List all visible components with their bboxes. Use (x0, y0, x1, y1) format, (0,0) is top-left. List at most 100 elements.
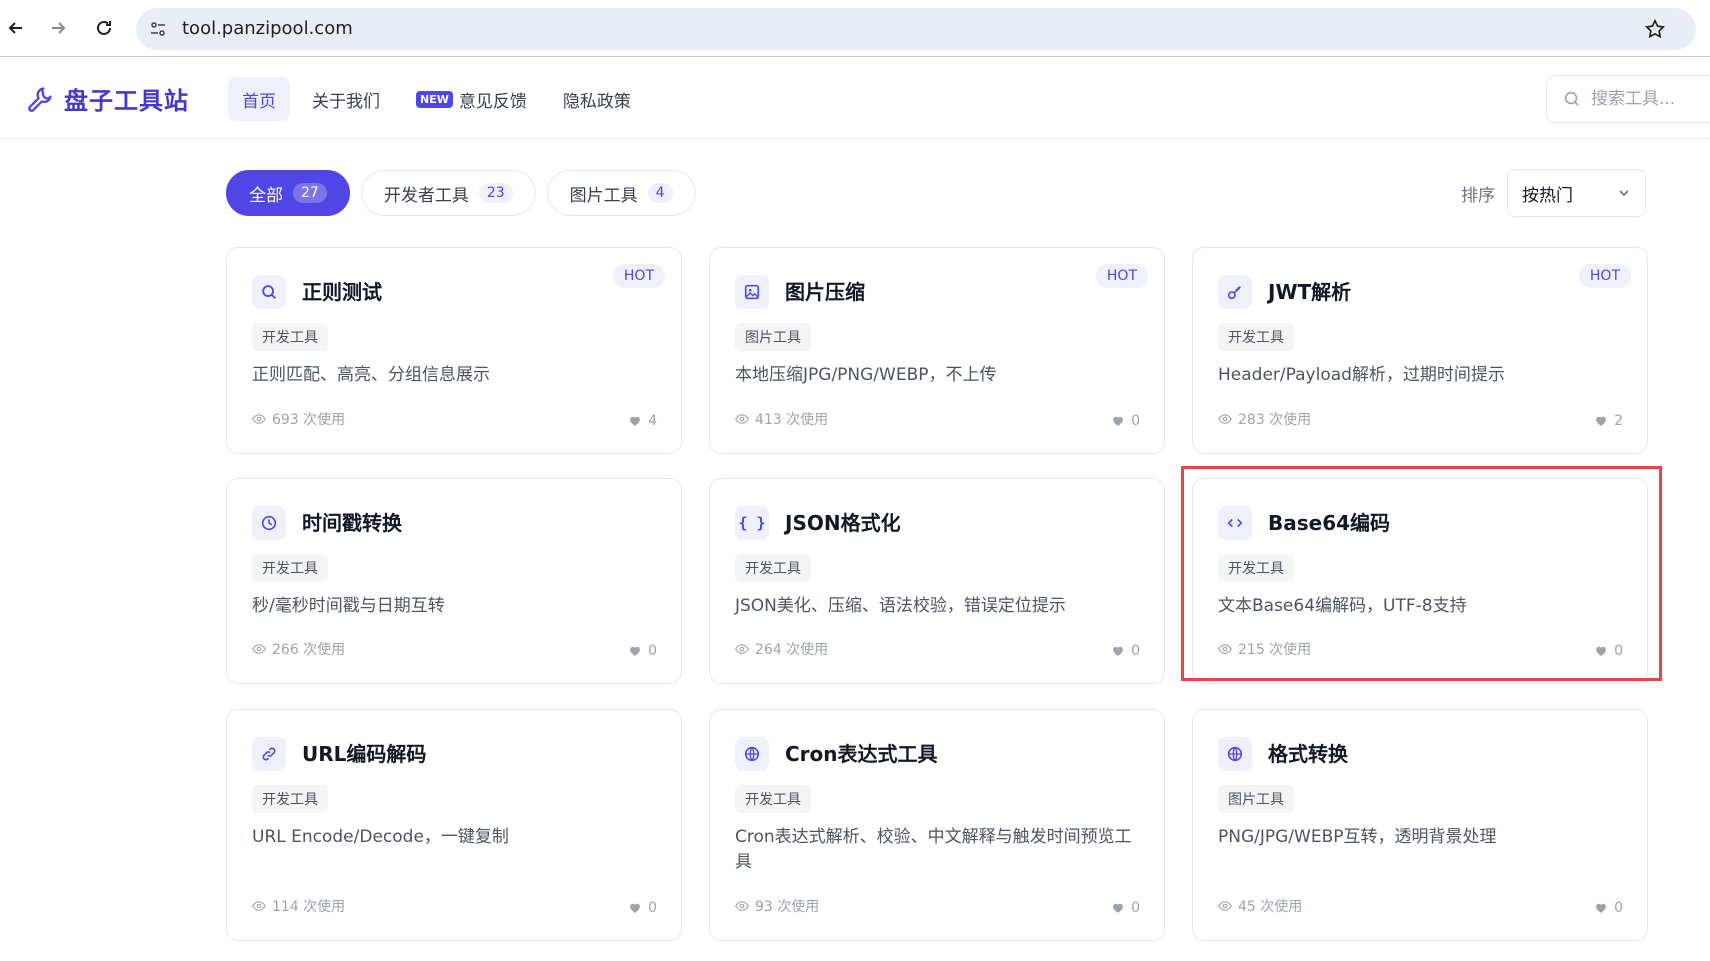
back-button[interactable] (0, 12, 32, 44)
usage-text: 45 次使用 (1238, 899, 1303, 915)
filter-image-tools[interactable]: 图片工具 4 (546, 170, 696, 216)
card-title: Cron表达式工具 (785, 742, 938, 766)
eye-icon (252, 644, 266, 654)
filter-count: 4 (647, 183, 673, 203)
heart-icon (630, 646, 640, 656)
eye-icon (252, 901, 266, 911)
card-description: Cron表达式解析、校验、中文解释与触发时间预览工具 (735, 827, 1132, 872)
tool-card-jwt[interactable]: JWT解析 HOT 开发工具 Header/Payload解析，过期时间提示 2… (1192, 247, 1648, 454)
sort-select[interactable]: 按热门 (1507, 169, 1646, 217)
eye-icon (735, 414, 749, 424)
category-tag: 图片工具 (1218, 785, 1294, 813)
filter-count: 23 (478, 183, 513, 203)
tool-card-url[interactable]: URL编码解码 开发工具 URL Encode/Decode，一键复制 114 … (226, 709, 682, 941)
hot-badge: HOT (1578, 264, 1631, 288)
globe-icon (1218, 737, 1252, 771)
card-description: URL Encode/Decode，一键复制 (252, 827, 509, 847)
globe-icon (735, 737, 769, 771)
card-description: 本地压缩JPG/PNG/WEBP，不上传 (735, 365, 997, 385)
card-title: 时间戳转换 (302, 511, 402, 535)
card-title: JSON格式化 (785, 511, 901, 535)
hot-badge: HOT (612, 264, 665, 288)
nav-label: 意见反馈 (458, 91, 527, 112)
image-icon (735, 275, 769, 309)
site-logo[interactable]: 盘子工具站 (26, 81, 189, 116)
link-icon (252, 737, 286, 771)
site-header: 盘子工具站 首页 关于我们 NEW 意见反馈 隐私政策 (0, 57, 1710, 139)
category-tag: 图片工具 (735, 323, 811, 351)
tool-card-timestamp[interactable]: 时间戳转换 开发工具 秒/毫秒时间戳与日期互转 266 次使用 0 (226, 478, 682, 684)
filter-label: 图片工具 (569, 185, 638, 206)
nav-item-about[interactable]: 关于我们 (298, 77, 394, 121)
usage-text: 93 次使用 (755, 899, 820, 915)
category-filters: 全部 27 开发者工具 23 图片工具 4 (226, 170, 696, 216)
filter-label: 开发者工具 (383, 185, 469, 206)
like-button[interactable]: 4 (628, 413, 657, 429)
usage-text: 283 次使用 (1238, 412, 1312, 428)
reload-button[interactable] (88, 12, 120, 44)
nav-item-privacy[interactable]: 隐私政策 (549, 77, 645, 121)
url-text[interactable]: tool.panzipool.com (182, 18, 353, 39)
category-tag: 开发工具 (252, 323, 328, 351)
sort-value: 按热门 (1522, 185, 1573, 206)
usage-count: 114 次使用 (252, 896, 345, 916)
search-input[interactable] (1591, 89, 1701, 109)
usage-count: 693 次使用 (252, 409, 345, 429)
like-button[interactable]: 0 (628, 900, 657, 916)
card-title: 格式转换 (1268, 742, 1348, 766)
search-box[interactable] (1546, 75, 1710, 123)
heart-icon (630, 416, 640, 426)
filter-count: 27 (293, 183, 327, 203)
new-badge: NEW (416, 90, 453, 108)
card-title: 正则测试 (302, 280, 382, 304)
category-tag: 开发工具 (735, 785, 811, 813)
like-count: 4 (648, 413, 657, 429)
card-description: 秒/毫秒时间戳与日期互转 (252, 596, 445, 616)
search-icon (1564, 91, 1579, 106)
sort-label: 排序 (1461, 185, 1495, 206)
tool-card-regex[interactable]: 正则测试 HOT 开发工具 正则匹配、高亮、分组信息展示 693 次使用 4 (226, 247, 682, 454)
like-button[interactable]: 2 (1594, 413, 1623, 429)
tool-card-format-convert[interactable]: 格式转换 图片工具 PNG/JPG/WEBP互转，透明背景处理 45 次使用 0 (1192, 709, 1648, 941)
like-count: 0 (1131, 643, 1140, 659)
like-button[interactable]: 0 (1111, 413, 1140, 429)
top-navigation: 首页 关于我们 NEW 意见反馈 隐私政策 (228, 77, 645, 121)
nav-item-home[interactable]: 首页 (228, 77, 290, 121)
usage-count: 413 次使用 (735, 409, 828, 429)
eye-icon (1218, 414, 1232, 424)
like-count: 0 (1131, 413, 1140, 429)
like-button[interactable]: 0 (1111, 900, 1140, 916)
card-title: URL编码解码 (302, 742, 427, 766)
like-button[interactable]: 0 (1111, 643, 1140, 659)
like-button[interactable]: 0 (628, 643, 657, 659)
like-count: 0 (648, 643, 657, 659)
usage-count: 266 次使用 (252, 639, 345, 659)
filter-developer-tools[interactable]: 开发者工具 23 (360, 170, 536, 216)
usage-count: 283 次使用 (1218, 409, 1311, 429)
address-bar[interactable]: tool.panzipool.com (136, 8, 1696, 50)
like-count: 0 (1131, 900, 1140, 916)
tool-card-cron[interactable]: Cron表达式工具 开发工具 Cron表达式解析、校验、中文解释与触发时间预览工… (709, 709, 1165, 941)
heart-icon (630, 903, 640, 913)
like-button[interactable]: 0 (1594, 900, 1623, 916)
usage-text: 693 次使用 (272, 412, 346, 428)
site-settings-icon[interactable] (148, 19, 168, 39)
usage-text: 114 次使用 (272, 899, 346, 915)
bookmark-star-icon[interactable] (1644, 18, 1666, 40)
tool-card-json[interactable]: { } JSON格式化 开发工具 JSON美化、压缩、语法校验，错误定位提示 2… (709, 478, 1165, 684)
nav-item-feedback[interactable]: NEW 意见反馈 (402, 77, 541, 121)
forward-button[interactable] (42, 12, 74, 44)
usage-count: 45 次使用 (1218, 896, 1302, 916)
reload-icon (97, 20, 111, 35)
nav-label: 关于我们 (312, 91, 380, 112)
tool-card-image-compress[interactable]: 图片压缩 HOT 图片工具 本地压缩JPG/PNG/WEBP，不上传 413 次… (709, 247, 1165, 454)
eye-icon (1218, 901, 1232, 911)
usage-count: 93 次使用 (735, 896, 819, 916)
search-icon (252, 275, 286, 309)
filter-all[interactable]: 全部 27 (226, 170, 350, 216)
category-tag: 开发工具 (252, 785, 328, 813)
card-title: JWT解析 (1268, 280, 1352, 304)
card-description: Header/Payload解析，过期时间提示 (1218, 365, 1505, 385)
eye-icon (252, 414, 266, 424)
chevron-down-icon (1619, 190, 1629, 197)
